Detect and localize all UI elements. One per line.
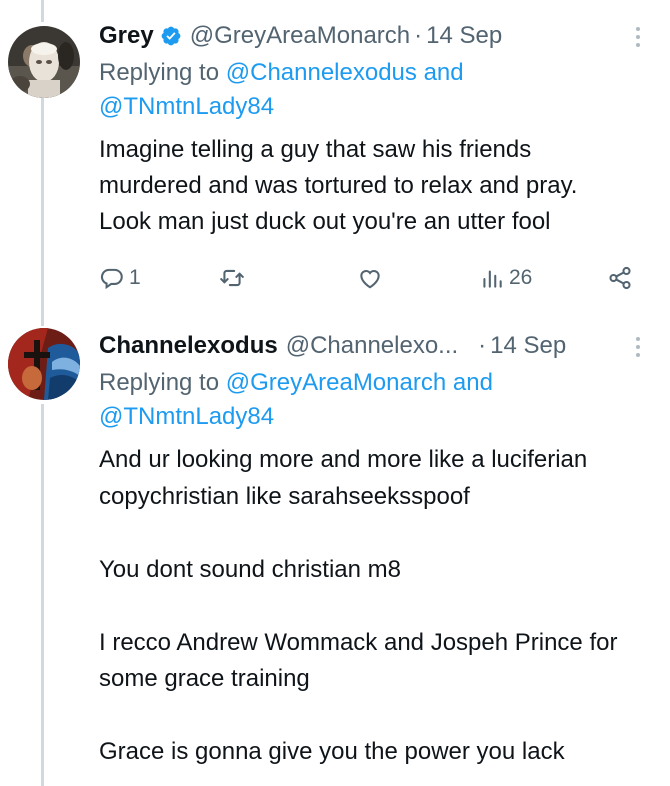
more-dots-icon[interactable] bbox=[626, 24, 650, 50]
tweet-body: Grey @GreyAreaMonarch · 14 Sep Replying … bbox=[99, 18, 640, 240]
reply-count: 1 bbox=[129, 266, 141, 289]
avatar[interactable] bbox=[8, 26, 80, 98]
tweet-text: Imagine telling a guy that saw his frien… bbox=[99, 136, 585, 235]
tweet[interactable]: Grey @GreyAreaMonarch · 14 Sep Replying … bbox=[0, 0, 670, 318]
reply-mention-link[interactable]: @GreyAreaMonarch bbox=[226, 369, 446, 396]
reply-and-link[interactable]: and bbox=[424, 59, 464, 86]
avatar-image bbox=[8, 328, 80, 400]
tweet-body: Channelexodus @Channelexo... · 14 Sep Re… bbox=[99, 328, 640, 771]
tweet-header: Grey @GreyAreaMonarch · 14 Sep bbox=[99, 18, 636, 54]
avatar-image bbox=[8, 26, 80, 98]
retweet-icon bbox=[220, 269, 244, 287]
replying-to-prefix: Replying to bbox=[99, 369, 220, 396]
user-handle[interactable]: @GreyAreaMonarch bbox=[190, 18, 410, 54]
tweet-actions: 1 26 bbox=[99, 258, 639, 298]
user-handle[interactable]: @Channelexo... bbox=[286, 328, 458, 364]
reply-icon bbox=[100, 268, 123, 290]
share-button[interactable] bbox=[607, 258, 633, 298]
reply-mention-link[interactable]: @TNmtnLady84 bbox=[99, 93, 274, 120]
reply-button[interactable]: 1 bbox=[99, 258, 141, 298]
verified-badge-icon bbox=[160, 25, 182, 47]
timestamp[interactable]: 14 Sep bbox=[426, 18, 502, 54]
like-button[interactable] bbox=[357, 258, 383, 298]
replying-to: Replying to @Channelexodus and @TNmtnLad… bbox=[99, 56, 636, 124]
share-icon bbox=[609, 266, 631, 290]
separator-dot: · bbox=[414, 22, 423, 49]
heart-icon bbox=[360, 269, 380, 289]
reply-mention-link[interactable]: @TNmtnLady84 bbox=[99, 403, 274, 430]
separator-dot: · bbox=[478, 332, 487, 359]
reply-mention-link[interactable]: @Channelexodus bbox=[226, 59, 417, 86]
display-name[interactable]: Channelexodus bbox=[99, 328, 278, 364]
timestamp[interactable]: 14 Sep bbox=[490, 328, 566, 364]
avatar[interactable] bbox=[8, 328, 80, 400]
replying-to-prefix: Replying to bbox=[99, 59, 220, 86]
views-button[interactable]: 26 bbox=[479, 258, 532, 298]
tweet[interactable]: Channelexodus @Channelexo... · 14 Sep Re… bbox=[0, 318, 670, 786]
more-dots-icon[interactable] bbox=[626, 334, 650, 360]
views-icon bbox=[483, 270, 502, 288]
display-name[interactable]: Grey bbox=[99, 18, 154, 54]
views-count: 26 bbox=[509, 266, 533, 289]
tweet-text: And ur looking more and more like a luci… bbox=[99, 446, 618, 765]
retweet-button[interactable] bbox=[219, 258, 245, 298]
reply-and-link[interactable]: and bbox=[453, 369, 493, 396]
replying-to: Replying to @GreyAreaMonarch and @TNmtnL… bbox=[99, 366, 636, 434]
tweet-header: Channelexodus @Channelexo... · 14 Sep bbox=[99, 328, 636, 364]
